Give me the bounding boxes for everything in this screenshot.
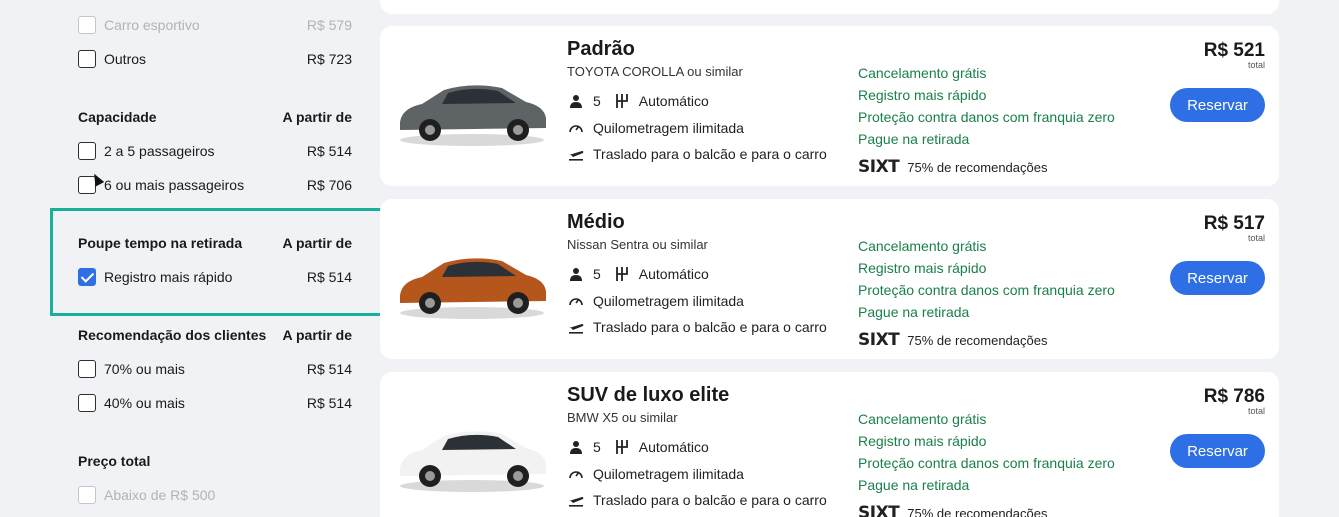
filter-capacity-6-plus[interactable]: 6 ou mais passageiros R$ 706 <box>78 173 352 197</box>
supplier-info: SIXT 75% de recomendações <box>858 330 1048 350</box>
checkbox[interactable] <box>78 394 96 412</box>
checkbox[interactable] <box>78 16 96 34</box>
sixt-logo: SIXT <box>858 157 900 177</box>
car-offer-card[interactable]: SUV de luxo elite BMW X5 ou similar 5 Au… <box>380 372 1279 517</box>
spec-seats-transmission: 5 Automático <box>567 438 709 456</box>
person-icon <box>567 265 585 283</box>
benefit-item: Proteção contra danos com franquia zero <box>858 455 1115 471</box>
car-model: BMW X5 ou similar <box>567 410 678 425</box>
reserve-button[interactable]: Reservar <box>1170 88 1265 122</box>
benefits-list: Cancelamento grátis Registro mais rápido P… <box>858 235 1115 323</box>
spec-mileage: Quilometragem ilimitada <box>567 465 744 483</box>
total-price: R$ 786 <box>1203 386 1265 407</box>
benefit-item: Pague na retirada <box>858 131 970 147</box>
benefit-item: Proteção contra danos com franquia zero <box>858 282 1115 298</box>
benefit-item: Registro mais rápido <box>858 87 987 103</box>
spec-shuttle: Traslado para o balcão e para o carro <box>567 318 827 336</box>
capacity-heading: Capacidade A partir de <box>78 109 352 125</box>
benefit-item: Registro mais rápido <box>858 260 987 276</box>
car-offer-card[interactable]: Médio Nissan Sentra ou similar 5 Automát… <box>380 199 1279 359</box>
car-image <box>400 258 546 319</box>
filter-others[interactable]: Outros R$ 723 <box>78 47 352 71</box>
spec-seats-transmission: 5 Automático <box>567 265 709 283</box>
speedometer-icon <box>567 465 585 483</box>
sixt-logo: SIXT <box>858 330 900 350</box>
person-icon <box>567 438 585 456</box>
sixt-logo: SIXT <box>858 503 900 517</box>
benefit-item: Pague na retirada <box>858 477 970 493</box>
plane-icon <box>567 491 585 509</box>
benefit-item: Cancelamento grátis <box>858 65 987 81</box>
car-image <box>400 431 546 492</box>
benefit-item: Registro mais rápido <box>858 433 987 449</box>
filters-sidebar: Carro esportivo R$ 579 Outros R$ 723 Cap… <box>0 0 383 517</box>
benefit-item: Proteção contra danos com franquia zero <box>858 109 1115 125</box>
car-offer-card[interactable]: Padrão TOYOTA COROLLA ou similar 5 Autom… <box>380 26 1279 186</box>
price-block: R$ 517 total <box>1204 213 1265 243</box>
filter-rec-70[interactable]: 70% ou mais R$ 514 <box>78 357 352 381</box>
spec-seats-transmission: 5 Automático <box>567 92 709 110</box>
benefits-list: Cancelamento grátis Registro mais rápido P… <box>858 62 1115 150</box>
supplier-info: SIXT 75% de recomendações <box>858 503 1047 517</box>
checkbox[interactable] <box>78 360 96 378</box>
filter-rec-40[interactable]: 40% ou mais R$ 514 <box>78 391 352 415</box>
speedometer-icon <box>567 292 585 310</box>
car-category: Médio <box>567 211 625 233</box>
plane-icon <box>567 318 585 336</box>
price-block: R$ 786 total <box>1204 386 1265 416</box>
spec-mileage: Quilometragem ilimitada <box>567 119 744 137</box>
spec-shuttle: Traslado para o balcão e para o carro <box>567 491 827 509</box>
car-category: SUV de luxo elite <box>567 384 730 406</box>
spec-mileage: Quilometragem ilimitada <box>567 292 744 310</box>
highlight-box <box>50 208 383 316</box>
previous-card-edge <box>380 0 1279 14</box>
filter-sports-car[interactable]: Carro esportivo R$ 579 <box>78 13 352 37</box>
car-model: Nissan Sentra ou similar <box>567 237 708 252</box>
filter-faster-checkin[interactable]: Registro mais rápido R$ 514 <box>78 265 352 289</box>
total-price: R$ 517 <box>1203 213 1265 234</box>
speedometer-icon <box>567 119 585 137</box>
checkbox[interactable] <box>78 486 96 504</box>
save-time-heading: Poupe tempo na retirada A partir de <box>78 235 352 251</box>
checkbox-checked[interactable] <box>78 268 96 286</box>
recommendation-heading: Recomendação dos clientes A partir de <box>78 327 352 343</box>
car-model: TOYOTA COROLLA ou similar <box>567 64 743 79</box>
total-price-heading: Preço total <box>78 453 151 469</box>
total-price: R$ 521 <box>1203 40 1265 61</box>
benefit-item: Cancelamento grátis <box>858 238 987 254</box>
supplier-info: SIXT 75% de recomendações <box>858 157 1048 177</box>
filter-capacity-2-5[interactable]: 2 a 5 passageiros R$ 514 <box>78 139 352 163</box>
checkbox[interactable] <box>78 50 96 68</box>
car-image <box>400 85 546 146</box>
reserve-button[interactable]: Reservar <box>1170 434 1265 468</box>
benefit-item: Pague na retirada <box>858 304 970 320</box>
benefit-item: Cancelamento grátis <box>858 411 987 427</box>
car-category: Padrão <box>567 38 635 60</box>
gearshift-icon <box>613 438 631 456</box>
benefits-list: Cancelamento grátis Registro mais rápido P… <box>858 408 1115 496</box>
gearshift-icon <box>613 92 631 110</box>
filter-below-500[interactable]: Abaixo de R$ 500 <box>78 483 352 507</box>
person-icon <box>567 92 585 110</box>
gearshift-icon <box>613 265 631 283</box>
plane-icon <box>567 145 585 163</box>
checkbox[interactable] <box>78 142 96 160</box>
price-block: R$ 521 total <box>1204 40 1265 70</box>
reserve-button[interactable]: Reservar <box>1170 261 1265 295</box>
spec-shuttle: Traslado para o balcão e para o carro <box>567 145 827 163</box>
